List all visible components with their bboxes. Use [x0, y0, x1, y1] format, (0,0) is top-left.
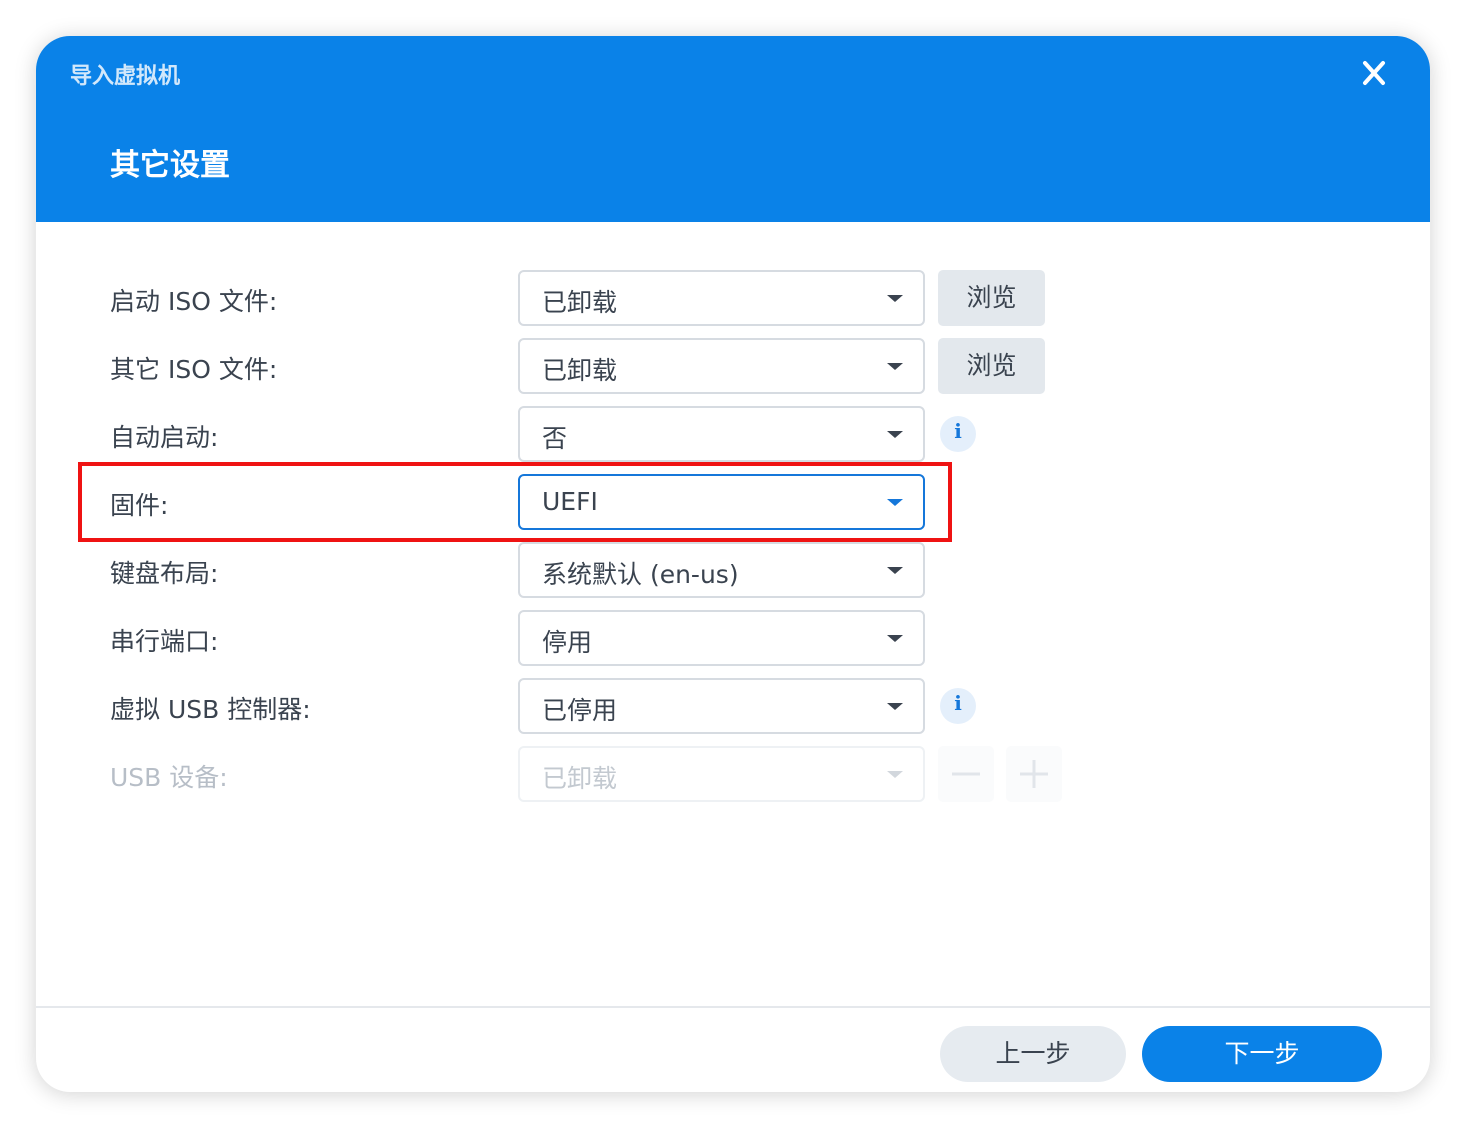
other-iso-label: 其它 ISO 文件:	[110, 355, 278, 384]
info-icon: i	[954, 691, 962, 715]
form-row-keyboard-layout: 键盘布局: 系统默认 (en-us)	[36, 542, 1430, 598]
firmware-value: UEFI	[542, 487, 598, 516]
form-row-boot-iso: 启动 ISO 文件: 已卸载 浏览	[36, 270, 1430, 326]
usb-controller-select[interactable]: 已停用	[518, 678, 925, 734]
minus-icon	[952, 772, 980, 776]
autostart-info-button[interactable]: i	[940, 416, 976, 452]
keyboard-layout-value: 系统默认 (en-us)	[542, 560, 739, 589]
dialog-header: 导入虚拟机 其它设置	[36, 36, 1430, 222]
window-title: 导入虚拟机	[70, 64, 181, 89]
usb-controller-label: 虚拟 USB 控制器:	[110, 695, 311, 724]
info-icon: i	[954, 419, 962, 443]
chevron-down-icon	[887, 295, 903, 302]
previous-step-button[interactable]: 上一步	[940, 1026, 1126, 1082]
autostart-value: 否	[542, 424, 568, 453]
boot-iso-value: 已卸载	[542, 288, 618, 317]
usb-controller-value: 已停用	[542, 696, 618, 725]
chevron-down-icon	[887, 499, 903, 506]
firmware-label: 固件:	[110, 491, 169, 520]
page-title: 其它设置	[110, 148, 230, 183]
firmware-select[interactable]: UEFI	[518, 474, 925, 530]
boot-iso-label: 启动 ISO 文件:	[110, 287, 278, 316]
close-icon	[1363, 61, 1385, 85]
chevron-down-icon	[887, 363, 903, 370]
usb-device-label: USB 设备:	[110, 763, 228, 792]
usb-controller-info-button[interactable]: i	[940, 688, 976, 724]
usb-device-value: 已卸载	[542, 764, 618, 793]
other-iso-select[interactable]: 已卸载	[518, 338, 925, 394]
plus-icon	[1020, 760, 1048, 788]
close-button[interactable]	[1354, 58, 1394, 88]
other-iso-value: 已卸载	[542, 356, 618, 385]
import-vm-dialog: 导入虚拟机 其它设置 启动 ISO 文件: 已卸载 浏览 其它 ISO 文件: …	[36, 36, 1430, 1092]
footer-divider	[36, 1006, 1430, 1008]
keyboard-layout-select[interactable]: 系统默认 (en-us)	[518, 542, 925, 598]
form-row-usb-controller: 虚拟 USB 控制器: 已停用 i	[36, 678, 1430, 734]
autostart-select[interactable]: 否	[518, 406, 925, 462]
other-iso-browse-button[interactable]: 浏览	[938, 338, 1045, 394]
chevron-down-icon	[887, 703, 903, 710]
usb-device-select[interactable]: 已卸载	[518, 746, 925, 802]
serial-port-label: 串行端口:	[110, 627, 219, 656]
form-row-usb-device: USB 设备: 已卸载	[36, 746, 1430, 802]
autostart-label: 自动启动:	[110, 423, 219, 452]
keyboard-layout-label: 键盘布局:	[110, 559, 219, 588]
next-step-button[interactable]: 下一步	[1142, 1026, 1382, 1082]
remove-usb-device-button[interactable]	[938, 746, 994, 802]
form-row-firmware: 固件: UEFI	[36, 474, 1430, 530]
form-row-other-iso: 其它 ISO 文件: 已卸载 浏览	[36, 338, 1430, 394]
form-row-serial-port: 串行端口: 停用	[36, 610, 1430, 666]
chevron-down-icon	[887, 431, 903, 438]
add-usb-device-button[interactable]	[1006, 746, 1062, 802]
serial-port-value: 停用	[542, 628, 593, 657]
form-row-autostart: 自动启动: 否 i	[36, 406, 1430, 462]
boot-iso-browse-button[interactable]: 浏览	[938, 270, 1045, 326]
serial-port-select[interactable]: 停用	[518, 610, 925, 666]
chevron-down-icon	[887, 771, 903, 778]
chevron-down-icon	[887, 567, 903, 574]
boot-iso-select[interactable]: 已卸载	[518, 270, 925, 326]
chevron-down-icon	[887, 635, 903, 642]
